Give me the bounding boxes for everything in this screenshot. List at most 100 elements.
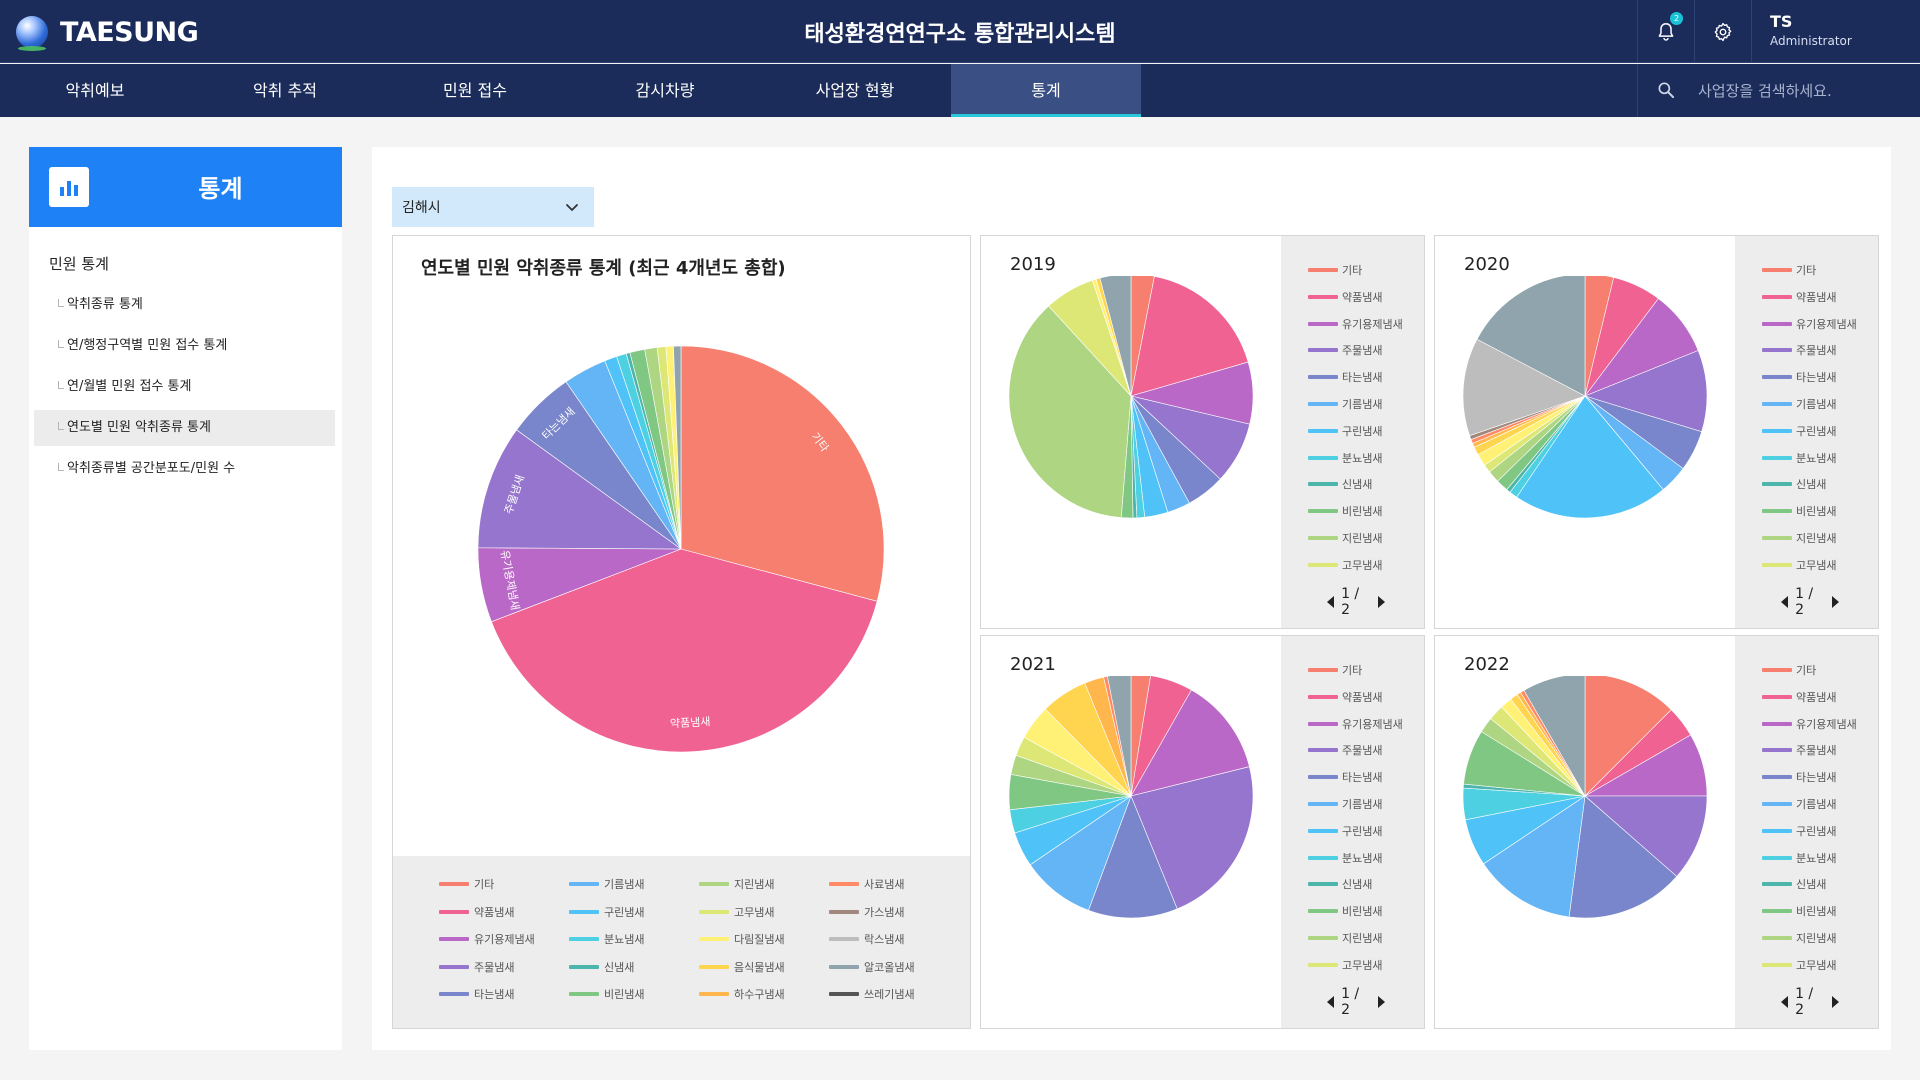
legend-prev-button[interactable] <box>1321 592 1338 612</box>
search-input[interactable] <box>1698 76 1908 106</box>
legend-item[interactable]: 구린냄새 <box>1762 421 1836 441</box>
logo[interactable]: TAESUNG <box>16 12 199 52</box>
legend-item[interactable]: 기름냄새 <box>1308 794 1382 814</box>
legend-item[interactable]: 가스냄새 <box>829 902 904 922</box>
legend-item[interactable]: 타는냄새 <box>1308 767 1382 787</box>
legend-item[interactable]: 분뇨냄새 <box>1762 448 1836 468</box>
legend-swatch <box>1308 428 1338 433</box>
legend-item[interactable]: 구린냄새 <box>1308 821 1382 841</box>
legend-item[interactable]: 기름냄새 <box>1308 394 1382 414</box>
legend-item[interactable]: 신냄새 <box>1308 474 1372 494</box>
legend-item[interactable]: 타는냄새 <box>439 984 514 1004</box>
legend-item[interactable]: 주물냄새 <box>1762 340 1836 360</box>
legend-swatch <box>439 964 469 969</box>
notification-button[interactable]: 2 <box>1637 0 1693 63</box>
legend-next-button[interactable] <box>1374 592 1391 612</box>
legend-swatch <box>1762 402 1792 406</box>
legend-item[interactable]: 지린냄새 <box>1762 528 1836 548</box>
legend-swatch <box>569 937 599 941</box>
legend-item[interactable]: 주물냄새 <box>439 957 514 977</box>
legend-item[interactable]: 고무냄새 <box>1762 955 1836 975</box>
legend-prev-button[interactable] <box>1775 992 1792 1012</box>
legend-item[interactable]: 유기용제냄새 <box>1308 314 1403 334</box>
legend-item[interactable]: 약품냄새 <box>1308 287 1382 307</box>
nav-tab-business-status[interactable]: 사업장 현황 <box>760 64 950 117</box>
legend-next-button[interactable] <box>1828 592 1845 612</box>
legend-item[interactable]: 유기용제냄새 <box>1308 714 1403 734</box>
legend-label: 유기용제냄새 <box>1342 317 1403 331</box>
legend-item[interactable]: 기타 <box>439 874 494 894</box>
legend-item[interactable]: 약품냄새 <box>1762 687 1836 707</box>
legend-item[interactable]: 타는냄새 <box>1762 767 1836 787</box>
legend-item[interactable]: 분뇨냄새 <box>1308 848 1382 868</box>
legend-item[interactable]: 지린냄새 <box>1308 528 1382 548</box>
legend-item[interactable]: 고무냄새 <box>1308 555 1382 575</box>
legend-item[interactable]: 주물냄새 <box>1308 740 1382 760</box>
legend-item[interactable]: 약품냄새 <box>439 902 514 922</box>
legend-item[interactable]: 신냄새 <box>1762 874 1826 894</box>
legend-next-button[interactable] <box>1828 992 1845 1012</box>
sidebar-item-spatial-distribution[interactable]: 악취종류별 공간분포도/민원 수 <box>34 451 335 487</box>
legend-item[interactable]: 타는냄새 <box>1308 367 1382 387</box>
legend-item[interactable]: 고무냄새 <box>1308 955 1382 975</box>
nav-tab-complaint-intake[interactable]: 민원 접수 <box>380 64 570 117</box>
user-profile[interactable]: TS Administrator <box>1751 0 1920 63</box>
legend-item[interactable]: 기타 <box>1308 260 1362 280</box>
nav-tab-monitoring-vehicle[interactable]: 감시차량 <box>570 64 760 117</box>
legend-item[interactable]: 지린냄새 <box>699 874 774 894</box>
legend-item[interactable]: 기름냄새 <box>1762 794 1836 814</box>
legend-item[interactable]: 기타 <box>1308 660 1362 680</box>
legend-item[interactable]: 락스냄새 <box>829 929 904 949</box>
legend-item[interactable]: 비린냄새 <box>1762 501 1836 521</box>
legend-item[interactable]: 사료냄새 <box>829 874 904 894</box>
sidebar-item-yearly-odor-stats[interactable]: 연도별 민원 악취종류 통계 <box>34 410 335 446</box>
legend-item[interactable]: 타는냄새 <box>1762 367 1836 387</box>
legend-item[interactable]: 유기용제냄새 <box>439 929 535 949</box>
legend-swatch <box>1308 294 1338 299</box>
legend-item[interactable]: 주물냄새 <box>1308 340 1382 360</box>
nav-tab-odor-tracking[interactable]: 악취 추적 <box>190 64 380 117</box>
legend-item[interactable]: 기타 <box>1762 660 1816 680</box>
legend-item[interactable]: 약품냄새 <box>1762 287 1836 307</box>
legend-item[interactable]: 구린냄새 <box>1762 821 1836 841</box>
legend-item[interactable]: 고무냄새 <box>1762 555 1836 575</box>
sidebar-item-odor-type-stats[interactable]: 악취종류 통계 <box>34 287 335 323</box>
legend-item[interactable]: 기타 <box>1762 260 1816 280</box>
legend-item[interactable]: 고무냄새 <box>699 902 774 922</box>
legend-item[interactable]: 지린냄새 <box>1762 928 1836 948</box>
legend-item[interactable]: 다림질냄새 <box>699 929 785 949</box>
legend-item[interactable]: 신냄새 <box>569 957 634 977</box>
legend-item[interactable]: 비린냄새 <box>1308 501 1382 521</box>
legend-item[interactable]: 유기용제냄새 <box>1762 314 1857 334</box>
sidebar-item-monthly-stats[interactable]: 연/월별 민원 접수 통계 <box>34 369 335 405</box>
nav-tab-statistics[interactable]: 통계 <box>951 64 1141 117</box>
legend-item[interactable]: 쓰레기냄새 <box>829 984 915 1004</box>
legend-item[interactable]: 음식물냄새 <box>699 957 785 977</box>
legend-item[interactable]: 구린냄새 <box>1308 421 1382 441</box>
nav-tab-odor-forecast[interactable]: 악취예보 <box>0 64 190 117</box>
legend-item[interactable]: 기름냄새 <box>569 874 644 894</box>
legend-item[interactable]: 지린냄새 <box>1308 928 1382 948</box>
legend-item[interactable]: 비린냄새 <box>1762 901 1836 921</box>
legend-item[interactable]: 신냄새 <box>1308 874 1372 894</box>
legend-item[interactable]: 분뇨냄새 <box>1762 848 1836 868</box>
legend-item[interactable]: 비린냄새 <box>1308 901 1382 921</box>
legend-item[interactable]: 유기용제냄새 <box>1762 714 1857 734</box>
sidebar-item-region-stats[interactable]: 연/행정구역별 민원 접수 통계 <box>34 328 335 364</box>
legend-item[interactable]: 신냄새 <box>1762 474 1826 494</box>
search-icon[interactable] <box>1656 80 1676 100</box>
legend-item[interactable]: 구린냄새 <box>569 902 644 922</box>
legend-prev-button[interactable] <box>1775 592 1792 612</box>
legend-item[interactable]: 기름냄새 <box>1762 394 1836 414</box>
legend-item[interactable]: 주물냄새 <box>1762 740 1836 760</box>
legend-item[interactable]: 비린냄새 <box>569 984 644 1004</box>
legend-item[interactable]: 분뇨냄새 <box>1308 448 1382 468</box>
settings-button[interactable] <box>1694 0 1750 63</box>
legend-item[interactable]: 분뇨냄새 <box>569 929 644 949</box>
legend-item[interactable]: 알코올냄새 <box>829 957 915 977</box>
legend-prev-button[interactable] <box>1321 992 1338 1012</box>
legend-item[interactable]: 약품냄새 <box>1308 687 1382 707</box>
region-select[interactable]: 김해시 <box>392 187 594 227</box>
legend-item[interactable]: 하수구냄새 <box>699 984 785 1004</box>
legend-next-button[interactable] <box>1374 992 1391 1012</box>
